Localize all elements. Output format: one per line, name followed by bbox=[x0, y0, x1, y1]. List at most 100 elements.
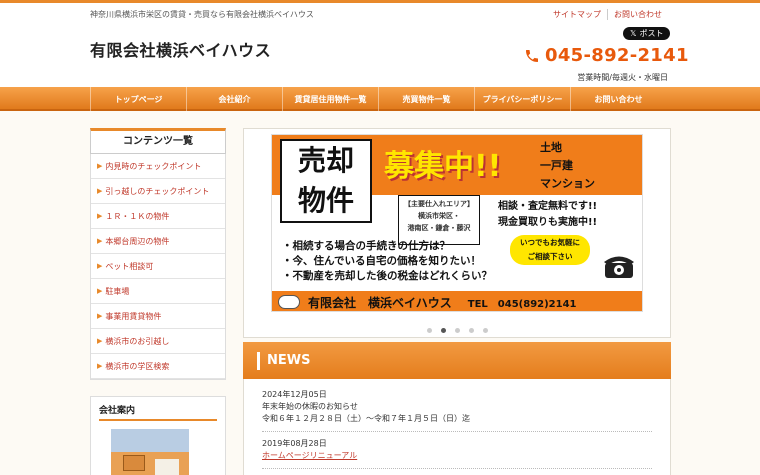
nav-item-sale[interactable]: 売買物件一覧 bbox=[378, 87, 474, 111]
arrow-right-icon: ▶ bbox=[97, 312, 103, 320]
news-text: 令和６年１２月２８日（土）〜令和７年１月５日（日）迄 bbox=[262, 414, 470, 423]
banner-type-land: 土地 bbox=[540, 141, 562, 154]
banner-question: ・不動産を売却した後の税金はどれくらい？ bbox=[282, 270, 492, 282]
arrow-right-icon: ▶ bbox=[97, 187, 103, 195]
banner-recruiting: 募集中!! bbox=[384, 149, 502, 184]
x-post-button[interactable]: 𝕏 ポスト bbox=[623, 27, 671, 40]
nav-item-company[interactable]: 会社紹介 bbox=[186, 87, 282, 111]
slider-dot[interactable] bbox=[454, 328, 460, 333]
sidebar-item[interactable]: ▶ 横浜市のお引越し bbox=[91, 329, 225, 354]
slider-dot[interactable] bbox=[468, 328, 474, 333]
header: 神奈川県横浜市栄区の賃貸・売買なら有限会社横浜ベイハウス 有限会社横浜ベイハウス… bbox=[0, 3, 760, 87]
banner-property-types: 土地 一戸建 マンション bbox=[540, 139, 595, 193]
nav-item-privacy[interactable]: プライバシーポリシー bbox=[474, 87, 570, 111]
news-list: 2024年12月05日 年末年始の休暇のお知らせ 令和６年１２月２８日（土）〜令… bbox=[243, 379, 671, 475]
news-heading-label: NEWS bbox=[267, 353, 311, 368]
news-heading-bar bbox=[257, 351, 260, 370]
sidebar-item-label: 本郷台周辺の物件 bbox=[105, 236, 170, 246]
nav-item-top[interactable]: トップページ bbox=[90, 87, 186, 111]
x-logo-icon: 𝕏 bbox=[630, 29, 637, 38]
sidebar-item-label: 横浜市の学区検索 bbox=[105, 361, 170, 371]
sidebar-item[interactable]: ▶ 引っ越しのチェックポイント bbox=[91, 179, 225, 204]
banner-free-line2: 現金買取りも実施中!! bbox=[498, 217, 598, 228]
banner-sell-box: 売却 物件 bbox=[280, 139, 372, 223]
banner-footer: 有限会社 横浜ベイハウス TEL 045(892)2141 bbox=[272, 291, 642, 311]
x-post-label: ポスト bbox=[639, 29, 664, 38]
company-box-title: 会社案内 bbox=[99, 403, 217, 421]
arrow-right-icon: ▶ bbox=[97, 212, 103, 220]
news-date: 2019年08月28日 bbox=[262, 439, 327, 448]
business-hours: 営業時間/毎週火・水曜日 bbox=[577, 73, 668, 82]
banner-question: ・相続する場合の手続きの仕方は？ bbox=[282, 240, 450, 252]
slider-dots bbox=[244, 328, 670, 333]
arrow-right-icon: ▶ bbox=[97, 237, 103, 245]
nav-item-rental[interactable]: 賃貸居住用物件一覧 bbox=[282, 87, 378, 111]
banner-cta-line2: ご相談下さい bbox=[527, 252, 573, 261]
sitemap-link[interactable]: サイトマップ bbox=[547, 9, 607, 20]
arrow-right-icon: ▶ bbox=[97, 162, 103, 170]
sidebar-item[interactable]: ▶ 横浜市の学区検索 bbox=[91, 354, 225, 379]
banner-free-consult: 相談・査定無料です!! 現金買取りも実施中!! bbox=[498, 199, 597, 231]
banner-company-name: 有限会社 横浜ベイハウス bbox=[308, 295, 452, 310]
sidebar-list: ▶ 内見時のチェックポイント ▶ 引っ越しのチェックポイント ▶ １Ｒ・１Ｋの物件 ▶… bbox=[90, 154, 226, 380]
arrow-right-icon: ▶ bbox=[97, 337, 103, 345]
banner-area-line2: 横浜市栄区・ bbox=[418, 212, 460, 220]
sidebar: コンテンツ一覧 ▶ 内見時のチェックポイント ▶ 引っ越しのチェックポイント ▶ １Ｒ… bbox=[90, 128, 226, 475]
sidebar-item[interactable]: ▶ ペット相談可 bbox=[91, 254, 225, 279]
slider-dot[interactable] bbox=[426, 328, 432, 333]
sidebar-item-label: 横浜市のお引越し bbox=[105, 336, 170, 346]
banner-type-mansion: マンション bbox=[540, 177, 595, 190]
sidebar-item[interactable]: ▶ １Ｒ・１Ｋの物件 bbox=[91, 204, 225, 229]
arrow-right-icon: ▶ bbox=[97, 262, 103, 270]
sidebar-item-label: 事業用賃貸物件 bbox=[105, 311, 162, 321]
company-box: 会社案内 bbox=[90, 396, 226, 475]
sidebar-item-label: １Ｒ・１Ｋの物件 bbox=[105, 211, 170, 221]
main-nav: トップページ 会社紹介 賃貸居住用物件一覧 売買物件一覧 プライバシーポリシー … bbox=[0, 87, 760, 111]
telephone-icon bbox=[604, 256, 634, 278]
arrow-right-icon: ▶ bbox=[97, 362, 103, 370]
top-links: サイトマップ お問い合わせ bbox=[547, 9, 668, 20]
sidebar-item-label: 内見時のチェックポイント bbox=[105, 161, 202, 171]
phone-block[interactable]: 045-892-2141 bbox=[524, 45, 689, 66]
slider-dot-active[interactable] bbox=[440, 328, 446, 333]
banner-sell-line2: 物件 bbox=[297, 184, 354, 217]
news-link[interactable]: ホームページリニューアル bbox=[262, 450, 652, 462]
banner-slide[interactable]: 売却 物件 募集中!! 土地 一戸建 マンション 【主要仕入れエリア】 横浜市栄… bbox=[271, 134, 643, 312]
company-building-photo[interactable] bbox=[111, 429, 189, 475]
news-heading: NEWS bbox=[243, 342, 671, 379]
news-title: 年末年始の休暇のお知らせ bbox=[262, 402, 358, 411]
banner-question: ・今、住んでいる自宅の価格を知りたい！ bbox=[282, 255, 481, 267]
news-item: 2024年12月05日 年末年始の休暇のお知らせ 令和６年１２月２８日（土）〜令… bbox=[262, 389, 652, 432]
phone-icon bbox=[526, 49, 538, 62]
phone-number: 045-892-2141 bbox=[545, 45, 689, 66]
banner-area-line3: 港南区・鎌倉・藤沢 bbox=[407, 224, 471, 232]
company-logo-icon bbox=[278, 295, 300, 309]
nav-item-contact[interactable]: お問い合わせ bbox=[570, 87, 666, 111]
banner-area-line1: 【主要仕入れエリア】 bbox=[404, 200, 474, 208]
main-content: 売却 物件 募集中!! 土地 一戸建 マンション 【主要仕入れエリア】 横浜市栄… bbox=[243, 128, 671, 475]
sidebar-item-label: 引っ越しのチェックポイント bbox=[105, 186, 210, 196]
banner-slider: 売却 物件 募集中!! 土地 一戸建 マンション 【主要仕入れエリア】 横浜市栄… bbox=[243, 128, 671, 338]
banner-cta-line1: いつでもお気軽に bbox=[520, 238, 580, 247]
banner-type-house: 一戸建 bbox=[540, 159, 573, 172]
site-title[interactable]: 有限会社横浜ベイハウス bbox=[90, 37, 271, 61]
banner-questions: ・相続する場合の手続きの仕方は？ ・今、住んでいる自宅の価格を知りたい！ ・不動… bbox=[282, 239, 492, 284]
banner-sell-line1: 売却 bbox=[297, 144, 354, 177]
banner-cta-bubble: いつでもお気軽に ご相談下さい bbox=[510, 235, 590, 265]
banner-area-box: 【主要仕入れエリア】 横浜市栄区・ 港南区・鎌倉・藤沢 bbox=[398, 195, 480, 245]
slider-dot[interactable] bbox=[482, 328, 488, 333]
news-item: 2019年08月28日 ホームページリニューアル bbox=[262, 438, 652, 469]
banner-free-line1: 相談・査定無料です!! bbox=[498, 201, 598, 212]
sidebar-item[interactable]: ▶ 事業用賃貸物件 bbox=[91, 304, 225, 329]
tagline: 神奈川県横浜市栄区の賃貸・売買なら有限会社横浜ベイハウス bbox=[90, 10, 314, 19]
sidebar-item-label: ペット相談可 bbox=[105, 261, 154, 271]
news-date: 2024年12月05日 bbox=[262, 390, 327, 399]
sidebar-item-label: 駐車場 bbox=[105, 286, 130, 296]
sidebar-item[interactable]: ▶ 本郷台周辺の物件 bbox=[91, 229, 225, 254]
arrow-right-icon: ▶ bbox=[97, 287, 103, 295]
sidebar-item[interactable]: ▶ 内見時のチェックポイント bbox=[91, 154, 225, 179]
banner-tel: TEL 045(892)2141 bbox=[467, 298, 577, 310]
sidebar-item[interactable]: ▶ 駐車場 bbox=[91, 279, 225, 304]
sidebar-title: コンテンツ一覧 bbox=[90, 128, 226, 154]
contact-link[interactable]: お問い合わせ bbox=[607, 9, 668, 20]
